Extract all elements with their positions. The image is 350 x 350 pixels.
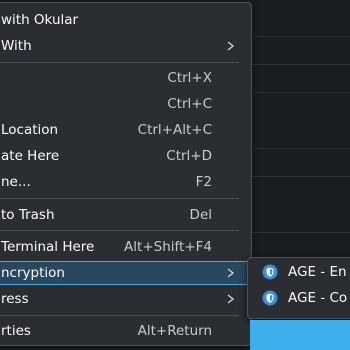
menu-item-open-terminal-here[interactable]: Terminal Here Alt+Shift+F4: [0, 235, 251, 259]
menu-item-open-with-okular[interactable]: with Okular: [0, 8, 251, 32]
desktop-background: with Okular With Ctrl+X Ctrl+C Location …: [0, 0, 350, 350]
chevron-right-icon: [227, 294, 235, 304]
menu-separator: [0, 315, 239, 316]
menu-item-label: Location: [1, 122, 59, 138]
menu-item-encryption[interactable]: ncryption: [0, 261, 251, 285]
menu-item-label: rties: [1, 323, 31, 339]
chevron-right-icon: [227, 268, 235, 278]
menu-item-copy-location[interactable]: Location Ctrl+Alt+C: [0, 118, 251, 142]
menu-separator: [0, 198, 239, 199]
submenu-item-age-configure[interactable]: AGE - Co: [248, 286, 350, 310]
menu-item-label: to Trash: [1, 207, 55, 223]
menu-item-label: Terminal Here: [1, 239, 95, 255]
submenu-item-label: AGE - En: [288, 264, 347, 280]
menu-item-shortcut: Ctrl+X: [167, 70, 212, 86]
menu-item-properties[interactable]: rties Alt+Return: [0, 319, 251, 343]
menu-item-label: ne...: [1, 174, 31, 190]
menu-item-shortcut: Alt+Shift+F4: [124, 239, 212, 255]
menu-item-rename[interactable]: ne... F2: [0, 170, 251, 194]
menu-item-shortcut: Alt+Return: [137, 323, 212, 339]
context-menu: with Okular With Ctrl+X Ctrl+C Location …: [0, 2, 252, 346]
menu-item-shortcut: Ctrl+C: [167, 96, 212, 112]
menu-item-shortcut: Ctrl+D: [166, 148, 212, 164]
shield-icon: [262, 290, 278, 306]
menu-item-duplicate-here[interactable]: ate Here Ctrl+D: [0, 144, 251, 168]
menu-item-open-with[interactable]: With: [0, 34, 251, 58]
menu-item-move-to-trash[interactable]: to Trash Del: [0, 203, 251, 227]
menu-item-shortcut: Ctrl+Alt+C: [137, 122, 212, 138]
menu-item-label: With: [1, 38, 32, 54]
chevron-right-icon: [227, 41, 235, 51]
menu-item-shortcut: F2: [195, 174, 212, 190]
menu-item-label: ncryption: [1, 265, 65, 281]
menu-item-copy[interactable]: Ctrl+C: [0, 92, 251, 116]
menu-separator: [0, 62, 239, 63]
menu-separator: [0, 230, 239, 231]
menu-item-shortcut: Del: [189, 207, 212, 223]
menu-item-compress[interactable]: ress: [0, 287, 251, 311]
shield-icon: [262, 264, 278, 280]
menu-item-cut[interactable]: Ctrl+X: [0, 66, 251, 90]
menu-item-label: ate Here: [1, 148, 60, 164]
submenu-item-label: AGE - Co: [288, 290, 348, 306]
menu-item-label: ress: [1, 291, 29, 307]
selection-highlight-strip: [250, 320, 350, 350]
submenu-item-age-encrypt[interactable]: AGE - En: [248, 260, 350, 284]
encryption-submenu: AGE - En AGE - Co: [247, 257, 350, 319]
menu-item-label: with Okular: [1, 12, 79, 28]
